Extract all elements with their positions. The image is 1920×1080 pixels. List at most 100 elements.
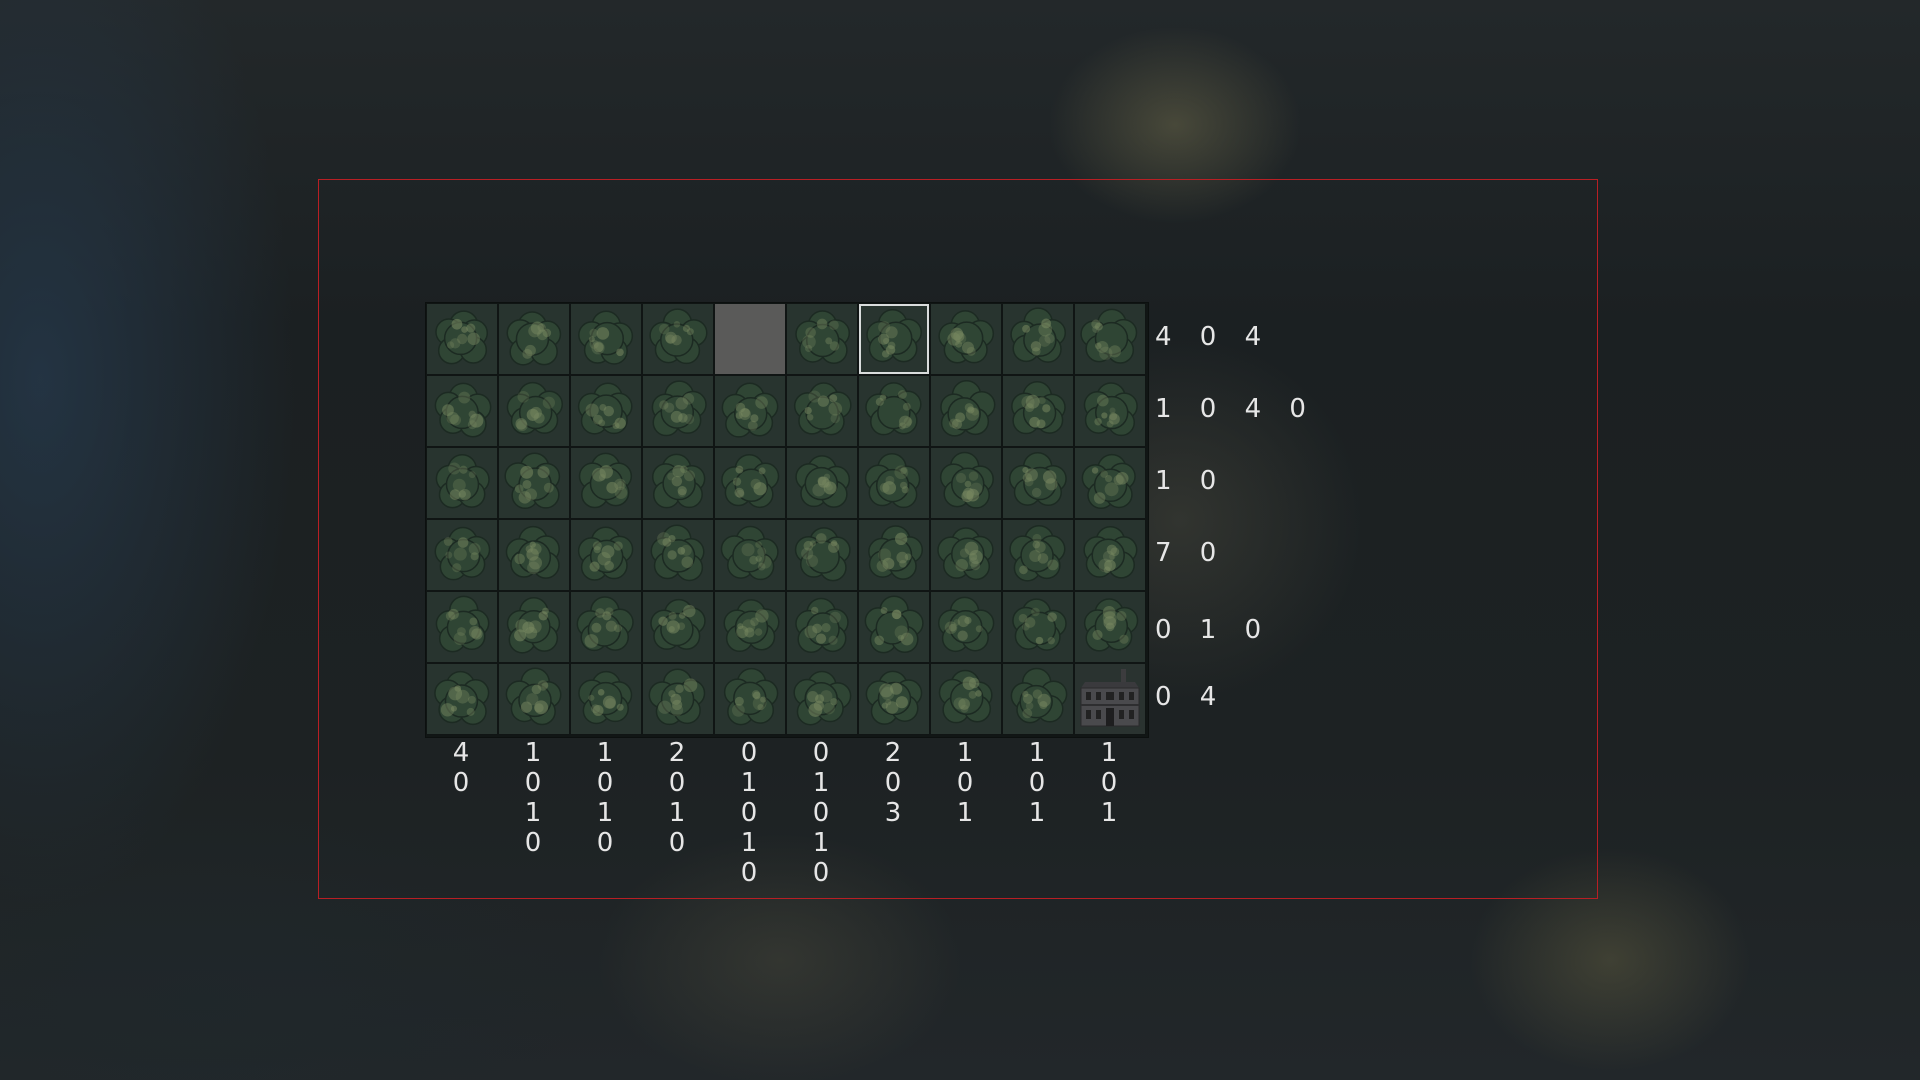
grid-cell[interactable] (1074, 447, 1146, 519)
grid-cell[interactable] (498, 303, 570, 375)
column-clue-number: 1 (956, 798, 974, 828)
tree-canopy-icon (715, 448, 785, 518)
column-clue: 1010 (497, 738, 569, 858)
column-clue-number: 0 (668, 768, 686, 798)
grid-cell[interactable] (642, 447, 714, 519)
tree-canopy-icon (499, 448, 569, 518)
grid-cell[interactable] (858, 663, 930, 735)
grid-cell[interactable] (1002, 447, 1074, 519)
grid-cell[interactable] (786, 447, 858, 519)
tree-canopy-icon (1003, 304, 1073, 374)
tree-canopy-icon (787, 520, 857, 590)
grid-cell[interactable] (642, 375, 714, 447)
tree-canopy-icon (859, 448, 929, 518)
grid-cell[interactable] (858, 375, 930, 447)
tree-canopy-icon (427, 448, 497, 518)
grid-cell[interactable] (714, 591, 786, 663)
grid-cell[interactable] (642, 591, 714, 663)
grid-cell[interactable] (858, 447, 930, 519)
grid-cell[interactable] (714, 519, 786, 591)
tree-canopy-icon (571, 448, 641, 518)
grid-cell[interactable] (1002, 519, 1074, 591)
tree-canopy-icon (571, 664, 641, 734)
grid-cell[interactable] (498, 519, 570, 591)
grid-cell[interactable] (858, 519, 930, 591)
tree-canopy-icon (1075, 592, 1145, 662)
column-clue-number: 1 (1100, 798, 1118, 828)
tree-canopy-icon (787, 592, 857, 662)
grid-cell[interactable] (1074, 519, 1146, 591)
tree-canopy-icon (499, 520, 569, 590)
tree-canopy-icon (859, 592, 929, 662)
grid-cell[interactable] (1074, 663, 1146, 735)
grid-cell[interactable] (426, 591, 498, 663)
column-clues: 401010101020100101001010203101101101 (425, 738, 1147, 898)
grid-cell[interactable] (498, 663, 570, 735)
grid-cell[interactable] (642, 519, 714, 591)
grid-cell[interactable] (786, 663, 858, 735)
column-clue-number: 1 (1028, 738, 1046, 768)
column-clue: 2010 (641, 738, 713, 858)
grid-cell[interactable] (1074, 375, 1146, 447)
grid-cell[interactable] (570, 663, 642, 735)
grid-cell[interactable] (1002, 591, 1074, 663)
column-clue: 101 (1001, 738, 1073, 828)
grid-cell[interactable] (930, 303, 1002, 375)
grid-cell[interactable] (786, 303, 858, 375)
grid-cell[interactable] (1074, 303, 1146, 375)
grid-cell[interactable] (570, 519, 642, 591)
grid-cell[interactable] (426, 303, 498, 375)
grid-cell[interactable] (1002, 663, 1074, 735)
grid-cell[interactable] (426, 519, 498, 591)
grid-cell[interactable] (570, 303, 642, 375)
grid-cell[interactable] (642, 303, 714, 375)
grid-cell[interactable] (858, 591, 930, 663)
row-clue: 0 1 0 (1155, 615, 1272, 645)
grid-cell[interactable] (1002, 375, 1074, 447)
tree-canopy-icon (931, 592, 1001, 662)
column-clue-number: 1 (1100, 738, 1118, 768)
grid-cell[interactable] (714, 375, 786, 447)
grid-cell[interactable] (930, 375, 1002, 447)
grid-cell[interactable] (786, 591, 858, 663)
grid-cell[interactable] (426, 663, 498, 735)
row-clue: 1 0 4 0 (1155, 394, 1316, 424)
tree-canopy-icon (787, 448, 857, 518)
tree-canopy-icon (1075, 448, 1145, 518)
grid-cell[interactable] (930, 519, 1002, 591)
grid-cell[interactable] (426, 375, 498, 447)
grid-cell[interactable] (498, 447, 570, 519)
column-clue-number: 1 (524, 798, 542, 828)
grid-cell[interactable] (786, 519, 858, 591)
grid-cell[interactable] (570, 375, 642, 447)
grid-cell[interactable] (930, 663, 1002, 735)
grid-cell[interactable] (1002, 303, 1074, 375)
column-clue-number: 0 (812, 858, 830, 888)
column-clue-number: 0 (524, 828, 542, 858)
column-clue-number: 1 (812, 768, 830, 798)
grid-cell[interactable] (714, 663, 786, 735)
grid-cell-revealed[interactable] (714, 303, 786, 375)
tree-canopy-icon (427, 520, 497, 590)
grid-cell[interactable] (1074, 591, 1146, 663)
grid-cell[interactable] (786, 375, 858, 447)
grid-cell[interactable] (930, 591, 1002, 663)
grid-cell[interactable] (426, 447, 498, 519)
grid-cell-selected[interactable] (858, 303, 930, 375)
grid-cell[interactable] (570, 447, 642, 519)
tree-canopy-icon (1003, 448, 1073, 518)
grid-cell[interactable] (570, 591, 642, 663)
tree-canopy-icon (787, 304, 857, 374)
grid-cell[interactable] (714, 447, 786, 519)
tree-canopy-icon (1003, 592, 1073, 662)
tree-canopy-icon (499, 664, 569, 734)
column-clue-number: 1 (812, 828, 830, 858)
grid-cell[interactable] (498, 591, 570, 663)
grid-cell[interactable] (642, 663, 714, 735)
column-clue: 40 (425, 738, 497, 798)
column-clue: 01010 (785, 738, 857, 888)
grid-cell[interactable] (930, 447, 1002, 519)
tree-canopy-icon (859, 376, 929, 446)
grid-cell[interactable] (498, 375, 570, 447)
column-clue-number: 0 (596, 828, 614, 858)
